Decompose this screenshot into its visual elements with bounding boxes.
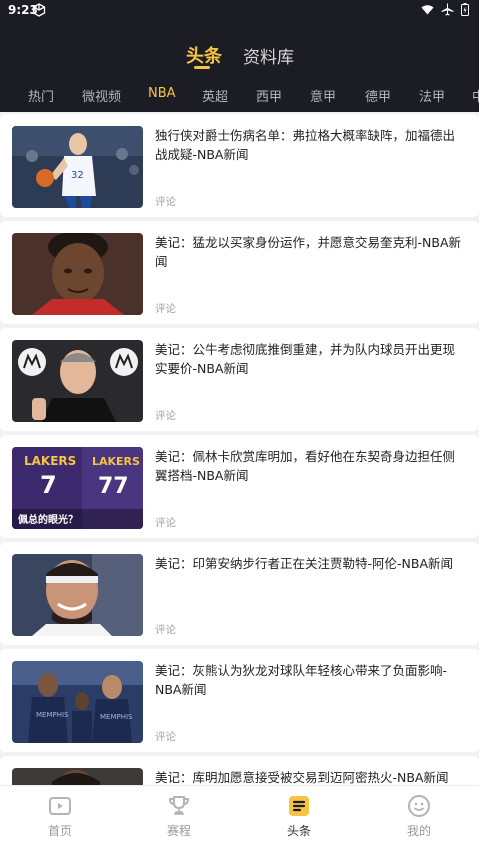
trophy-icon: [168, 796, 190, 815]
sub-tab-nba[interactable]: NBA: [148, 86, 176, 101]
news-card[interactable]: 美记：公牛考虑彻底推倒重建，并为队内球员开出更现实要价-NBA新闻 评论: [0, 328, 479, 431]
nav-home[interactable]: 首页: [30, 794, 90, 846]
news-title: 美记：印第安纳步行者正在关注贾勒特-阿伦-NBA新闻: [155, 556, 453, 571]
nav-schedule-label: 赛程: [166, 824, 191, 838]
nav-schedule[interactable]: 赛程: [149, 794, 209, 846]
news-thumbnail: [12, 233, 143, 315]
player-in-blue-jersey-image: 32: [12, 126, 143, 208]
sub-tab-cba[interactable]: 中: [472, 86, 479, 105]
player-partial-image: [12, 768, 143, 785]
news-thumbnail: LAKERS LAKERS 7 77 佩总的眼光？: [12, 447, 143, 529]
sub-tab-ligue-1[interactable]: 法甲: [419, 86, 445, 105]
main-tabs: 头条 资料库: [0, 42, 479, 74]
news-card[interactable]: 美记：猛龙以买家身份运作，并愿意交易奎克利-NBA新闻 评论: [0, 221, 479, 324]
news-title: 美记：公牛考虑彻底推倒重建，并为队内球员开出更现实要价-NBA新闻: [155, 342, 456, 376]
status-bar: 9:23: [0, 0, 479, 22]
smiley-icon: [408, 795, 430, 817]
svg-text:LAKERS: LAKERS: [92, 455, 140, 468]
nav-home-label: 首页: [47, 824, 72, 838]
player-portrait-image: [12, 233, 143, 315]
cube-icon: [32, 3, 46, 17]
airplane-icon: [441, 3, 454, 16]
news-feed[interactable]: 32 独行侠对爵士伤病名单：弗拉格大概率缺阵，加福德出战成疑-NBA新闻 评论 …: [0, 112, 479, 785]
news-comment-label: 评论: [155, 731, 176, 743]
sub-tab-serie-a[interactable]: 意甲: [310, 86, 336, 105]
svg-text:MEMPHIS: MEMPHIS: [36, 711, 69, 719]
svg-text:77: 77: [98, 474, 129, 499]
header: 头条 资料库 热门 微视频 NBA 英超 西甲 意甲 德甲 法甲 中: [0, 22, 479, 112]
svg-text:32: 32: [71, 170, 84, 181]
news-card[interactable]: 美记：印第安纳步行者正在关注贾勒特-阿伦-NBA新闻 评论: [0, 542, 479, 645]
news-comment-label: 评论: [155, 196, 176, 208]
news-icon: [289, 796, 309, 816]
news-thumbnail: 32: [12, 126, 143, 208]
battery-icon: [461, 3, 469, 16]
news-thumbnail: MEMPHIS MEMPHIS: [12, 661, 143, 743]
sub-tab-bundesliga[interactable]: 德甲: [365, 86, 391, 105]
status-icons: [421, 3, 469, 16]
news-title: 独行侠对爵士伤病名单：弗拉格大概率缺阵，加福德出战成疑-NBA新闻: [155, 128, 456, 162]
news-title: 美记：灰熊认为狄龙对球队年轻核心带来了负面影响-NBA新闻: [155, 663, 448, 697]
news-card[interactable]: MEMPHIS MEMPHIS 美记：灰熊认为狄龙对球队年轻核心带来了负面影响-…: [0, 649, 479, 752]
news-comment-label: 评论: [155, 303, 176, 315]
grizzlies-players-image: MEMPHIS MEMPHIS: [12, 661, 143, 743]
wifi-icon: [421, 5, 434, 15]
bottom-navigation: 首页 赛程 头条 我的: [0, 785, 479, 852]
sub-tab-micro-video[interactable]: 微视频: [82, 86, 121, 105]
news-title: 美记：库明加愿意接受被交易到迈阿密热火-NBA新闻: [155, 770, 449, 785]
coach-portrait-image: [12, 340, 143, 422]
player-headband-image: [12, 554, 143, 636]
news-comment-label: 评论: [155, 410, 176, 422]
sub-tab-la-liga[interactable]: 西甲: [256, 86, 282, 105]
play-icon: [49, 797, 71, 815]
news-thumbnail: [12, 554, 143, 636]
nav-profile[interactable]: 我的: [389, 794, 449, 846]
news-title: 美记：佩林卡欣赏库明加，看好他在东契奇身边担任侧翼搭档-NBA新闻: [155, 449, 456, 483]
tab-database[interactable]: 资料库: [243, 43, 294, 68]
news-card[interactable]: 美记：库明加愿意接受被交易到迈阿密热火-NBA新闻 评论: [0, 756, 479, 785]
sub-tab-hot[interactable]: 热门: [28, 86, 54, 105]
news-comment-label: 评论: [155, 624, 176, 636]
nav-profile-label: 我的: [406, 824, 431, 838]
news-comment-label: 评论: [155, 517, 176, 529]
tab-headlines[interactable]: 头条: [186, 42, 222, 68]
sub-tabs: 热门 微视频 NBA 英超 西甲 意甲 德甲 法甲 中: [0, 82, 479, 108]
nav-headlines-label: 头条: [286, 824, 311, 838]
news-title: 美记：猛龙以买家身份运作，并愿意交易奎克利-NBA新闻: [155, 235, 461, 269]
nav-headlines[interactable]: 头条: [269, 794, 329, 846]
news-thumbnail: [12, 340, 143, 422]
active-tab-indicator: [194, 66, 210, 69]
thumbnail-caption: 佩总的眼光？: [18, 515, 78, 526]
news-card[interactable]: LAKERS LAKERS 7 77 佩总的眼光？ 美记：佩林卡欣赏库明加，看好…: [0, 435, 479, 538]
svg-text:MEMPHIS: MEMPHIS: [100, 713, 133, 721]
news-card[interactable]: 32 独行侠对爵士伤病名单：弗拉格大概率缺阵，加福德出战成疑-NBA新闻 评论: [0, 114, 479, 217]
news-thumbnail: [12, 768, 143, 785]
sub-tab-premier-league[interactable]: 英超: [202, 86, 228, 105]
svg-text:7: 7: [40, 471, 57, 499]
svg-text:LAKERS: LAKERS: [24, 454, 76, 468]
